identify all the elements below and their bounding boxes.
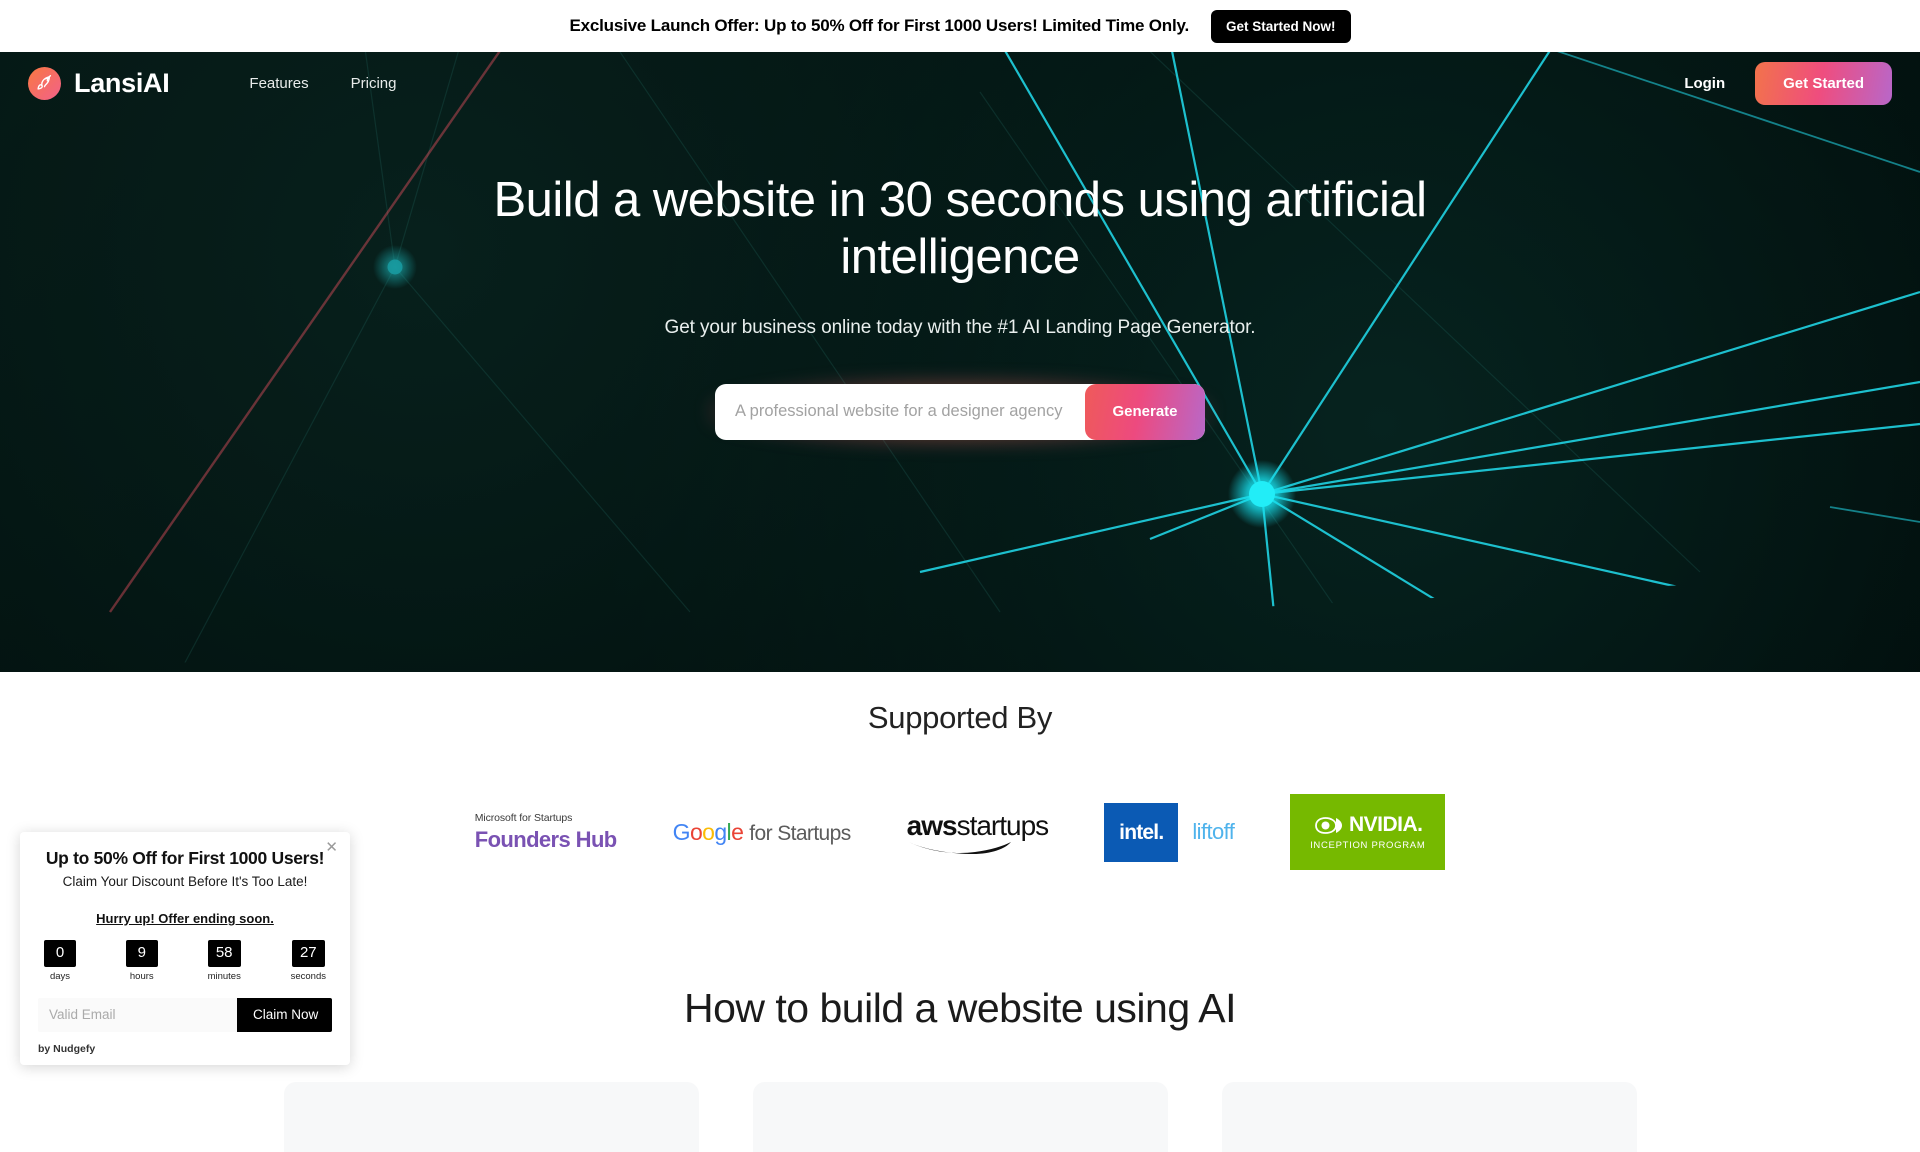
countdown-timer: 0 days 9 hours 58 minutes 27 seconds [38, 940, 332, 982]
generate-button[interactable]: Generate [1085, 383, 1205, 440]
countdown-days-value: 0 [44, 940, 76, 967]
main-navbar: LansiAI Features Pricing Login Get Start… [0, 52, 1920, 114]
nvidia-eye-icon [1315, 816, 1342, 834]
claim-now-button[interactable]: Claim Now [237, 997, 332, 1032]
hero-subtitle: Get your business online today with the … [664, 316, 1256, 338]
popup-urgency-text: Hurry up! Offer ending soon. [96, 911, 274, 926]
popup-credit: by Nudgefy [38, 1042, 96, 1055]
startups-label: startups [956, 810, 1050, 841]
countdown-hours-label: hours [129, 970, 154, 982]
hero-section [0, 52, 1920, 672]
logo-microsoft-founders-hub: Microsoft for Startups Founders Hub [474, 811, 618, 853]
countdown-unit-days: 0 days [44, 940, 76, 982]
generator-box: Generate [715, 383, 1205, 440]
aws-smile-icon [908, 842, 1011, 854]
google-wordmark: Google [673, 819, 744, 846]
nvidia-wordmark: NVIDIA. [1349, 813, 1423, 836]
rocket-icon [28, 66, 61, 100]
announcement-text: Exclusive Launch Offer: Up to 50% Off fo… [569, 16, 1190, 35]
nav-actions: Login Get Started [1684, 61, 1892, 105]
countdown-seconds-value: 27 [291, 940, 325, 967]
logo-google-for-startups: Google for Startups [673, 819, 852, 846]
nav-item-features[interactable]: Features [249, 75, 308, 92]
login-link[interactable]: Login [1684, 75, 1725, 92]
intel-wordmark: intel. [1104, 802, 1179, 862]
website-prompt-input[interactable] [715, 383, 1085, 440]
aws-wordmark: aws [906, 810, 958, 841]
nav-links: Features Pricing [249, 75, 396, 92]
generator-bar: Generate [706, 374, 1214, 449]
popup-subheading: Claim Your Discount Before It's Too Late… [62, 874, 308, 889]
google-letter: e [731, 818, 744, 845]
countdown-unit-seconds: 27 seconds [291, 940, 326, 982]
logo-aws-startups: awsstartups [907, 810, 1049, 854]
founders-hub-label: Founders Hub [474, 826, 618, 852]
popup-heading: Up to 50% Off for First 1000 Users! [45, 848, 325, 868]
google-letter: g [714, 818, 727, 845]
popup-signup-form: Claim Now [38, 997, 332, 1032]
how-to-title: How to build a website using AI [684, 985, 1237, 1031]
nav-item-pricing[interactable]: Pricing [351, 75, 397, 92]
get-started-button[interactable]: Get Started [1755, 61, 1892, 105]
banner-get-started-button[interactable]: Get Started Now! [1211, 9, 1351, 43]
brand-logo[interactable]: LansiAI [28, 66, 170, 100]
partner-logo-row: Microsoft for Startups Founders Hub Goog… [475, 794, 1446, 870]
how-to-card[interactable] [752, 1082, 1168, 1152]
countdown-unit-hours: 9 hours [125, 940, 158, 982]
countdown-minutes-value: 58 [207, 940, 241, 967]
inception-program-label: INCEPTION PROGRAM [1310, 840, 1426, 851]
how-to-card-row [283, 1082, 1637, 1152]
logo-intel-liftoff: intel. liftoff [1104, 802, 1235, 862]
countdown-seconds-label: seconds [290, 970, 326, 982]
for-startups-label: for Startups [749, 821, 851, 845]
countdown-days-label: days [49, 970, 71, 982]
liftoff-wordmark: liftoff [1192, 819, 1235, 844]
supported-by-title: Supported By [867, 700, 1053, 735]
announcement-banner: Exclusive Launch Offer: Up to 50% Off fo… [0, 0, 1920, 52]
promo-popup: ✕ Up to 50% Off for First 1000 Users! Cl… [20, 832, 350, 1065]
close-icon[interactable]: ✕ [325, 840, 338, 855]
countdown-hours-value: 9 [125, 940, 158, 967]
email-field[interactable] [38, 997, 237, 1032]
hero-background [0, 52, 1920, 672]
countdown-minutes-label: minutes [207, 970, 241, 982]
microsoft-for-startups-label: Microsoft for Startups [474, 811, 573, 824]
hero-title: Build a website in 30 seconds using arti… [493, 173, 1427, 285]
brand-name: LansiAI [74, 67, 170, 98]
how-to-card[interactable] [1221, 1082, 1637, 1152]
google-letter: o [702, 818, 715, 845]
how-to-card[interactable] [283, 1082, 699, 1152]
google-letter: o [689, 818, 703, 845]
google-letter: G [672, 818, 691, 845]
countdown-unit-minutes: 58 minutes [208, 940, 241, 982]
hero-network-graphic [109, 52, 1920, 672]
logo-nvidia-inception: NVIDIA. INCEPTION PROGRAM [1290, 794, 1446, 870]
